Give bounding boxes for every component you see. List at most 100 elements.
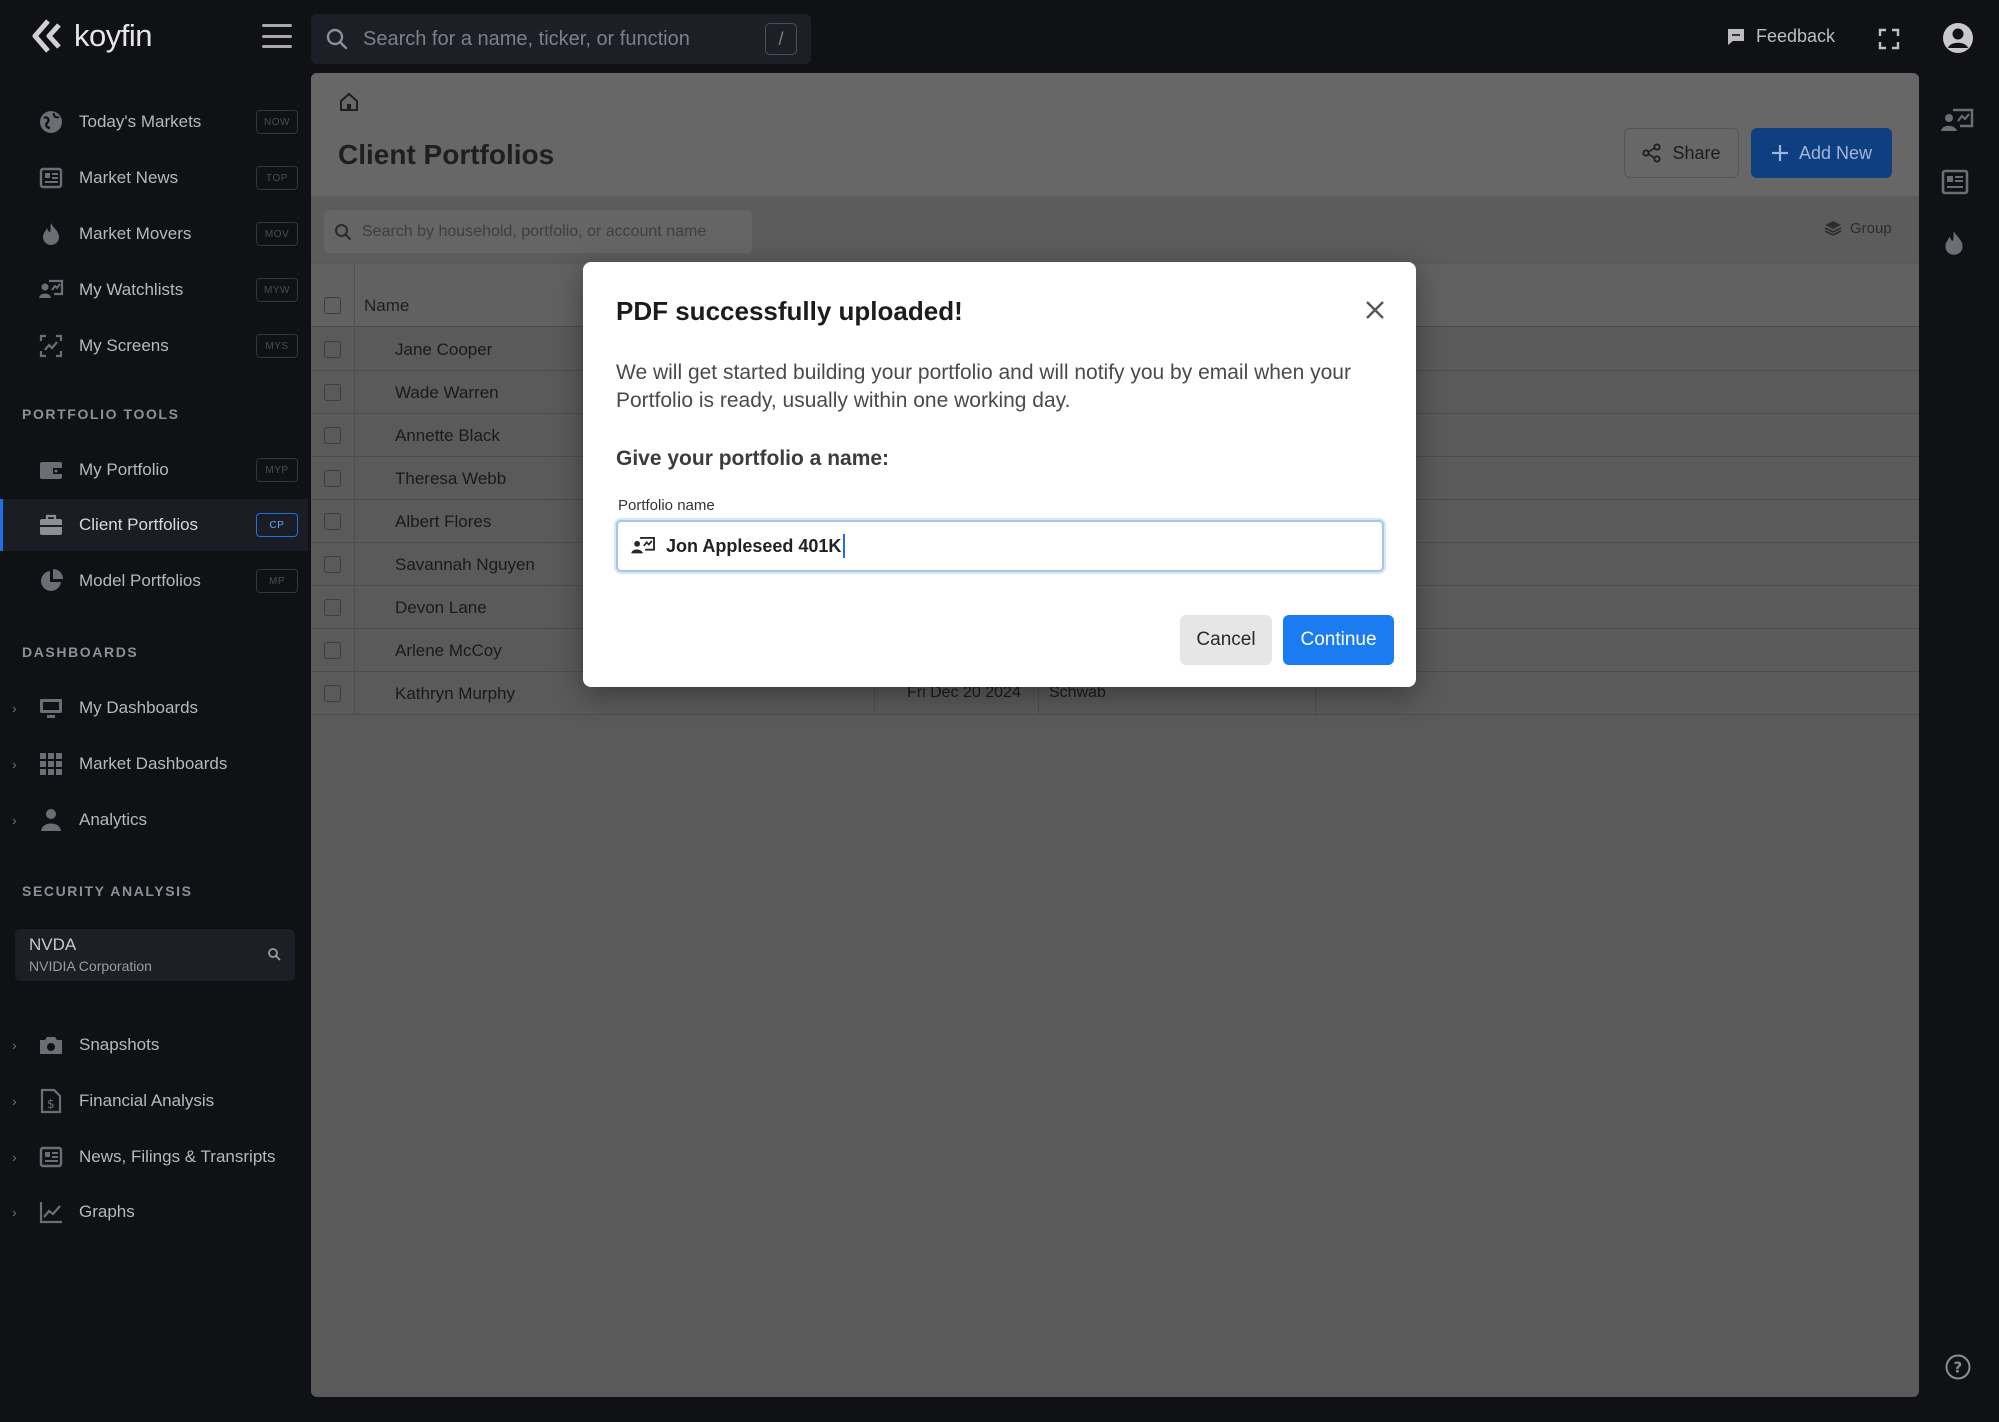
- sidebar-item-label: Client Portfolios: [79, 515, 199, 534]
- sidebar-item-todays-markets[interactable]: Today's Markets NOW: [0, 96, 308, 148]
- column-header-name[interactable]: Name: [364, 296, 409, 316]
- ticker-company-name: NVIDIA Corporation: [29, 958, 152, 974]
- group-button[interactable]: Group: [1824, 219, 1892, 237]
- feedback-label: Feedback: [1756, 26, 1836, 46]
- sidebar-item-label: My Screens: [79, 336, 169, 355]
- sidebar-item-client-portfolios[interactable]: Client Portfolios CP: [0, 499, 308, 551]
- wallet-icon: [40, 462, 62, 479]
- sidebar-item-my-screens[interactable]: My Screens MYS: [0, 320, 308, 372]
- chevron-right-icon: ›: [12, 1093, 17, 1109]
- top-bar: koyfin Search for a name, ticker, or fun…: [0, 0, 1999, 74]
- row-name: Theresa Webb: [395, 469, 507, 488]
- watchlist-rail-icon[interactable]: [1940, 106, 1974, 136]
- briefcase-icon: [40, 514, 62, 535]
- user-account-icon[interactable]: [1942, 22, 1974, 54]
- row-checkbox[interactable]: [324, 513, 341, 530]
- row-checkbox[interactable]: [324, 642, 341, 659]
- section-label-portfolio-tools: PORTFOLIO TOOLS: [22, 406, 180, 422]
- chevron-right-icon: ›: [12, 700, 17, 716]
- row-name: Albert Flores: [395, 512, 492, 531]
- flame-rail-icon[interactable]: [1940, 228, 1968, 258]
- row-checkbox[interactable]: [324, 341, 341, 358]
- app-root: koyfin Search for a name, ticker, or fun…: [0, 0, 1999, 1422]
- chevron-right-icon: ›: [12, 756, 17, 772]
- sidebar-item-market-movers[interactable]: Market Movers MOV: [0, 208, 308, 260]
- sidebar-item-snapshots[interactable]: › Snapshots: [0, 1019, 308, 1071]
- newspaper-icon: [39, 1146, 63, 1168]
- line-chart-icon: [39, 1202, 62, 1224]
- client-portfolio-icon: [631, 536, 655, 554]
- sidebar-item-market-news[interactable]: Market News TOP: [0, 152, 308, 204]
- shortcut-badge: NOW: [256, 110, 298, 134]
- sidebar-item-news-filings[interactable]: › News, Filings & Transripts: [0, 1131, 308, 1183]
- chevron-right-icon: ›: [12, 1149, 17, 1165]
- app-name: koyfin: [74, 18, 152, 53]
- group-label: Group: [1850, 219, 1892, 237]
- row-checkbox[interactable]: [324, 384, 341, 401]
- ticker-selector[interactable]: NVDA NVIDIA Corporation: [15, 929, 295, 981]
- row-name: Devon Lane: [395, 598, 487, 617]
- row-checkbox[interactable]: [324, 685, 341, 702]
- shortcut-badge: MYW: [256, 278, 298, 302]
- globe-icon: [40, 111, 62, 133]
- global-search-input[interactable]: Search for a name, ticker, or function /: [311, 14, 811, 64]
- sidebar-item-my-portfolio[interactable]: My Portfolio MYP: [0, 444, 308, 496]
- row-name: Kathryn Murphy: [395, 684, 515, 703]
- portfolio-name-label: Portfolio name: [618, 497, 715, 514]
- shortcut-badge: CP: [256, 513, 298, 537]
- sidebar-item-label: Snapshots: [79, 1035, 160, 1054]
- add-new-button[interactable]: Add New: [1751, 128, 1892, 178]
- sidebar-item-graphs[interactable]: › Graphs: [0, 1186, 308, 1238]
- sidebar-item-label: News, Filings & Transripts: [79, 1147, 276, 1166]
- row-checkbox[interactable]: [324, 556, 341, 573]
- text-caret: [843, 534, 846, 558]
- svg-text:$: $: [47, 1097, 55, 1111]
- fullscreen-icon[interactable]: [1878, 28, 1900, 50]
- sidebar-item-label: Market Dashboards: [79, 754, 228, 773]
- sidebar-item-label: Market News: [79, 168, 179, 187]
- select-all-checkbox[interactable]: [324, 297, 341, 314]
- sidebar-item-analytics[interactable]: › Analytics: [0, 794, 308, 846]
- close-icon[interactable]: [1363, 298, 1387, 322]
- row-checkbox[interactable]: [324, 470, 341, 487]
- sidebar-item-model-portfolios[interactable]: Model Portfolios MP: [0, 555, 308, 607]
- sidebar-item-label: Graphs: [79, 1202, 135, 1221]
- portfolio-name-input[interactable]: Jon Appleseed 401K: [616, 520, 1384, 572]
- sidebar-item-my-dashboards[interactable]: › My Dashboards: [0, 682, 308, 734]
- sidebar-item-financial-analysis[interactable]: › $ Financial Analysis: [0, 1075, 308, 1127]
- feedback-button[interactable]: Feedback: [1726, 26, 1835, 47]
- continue-button[interactable]: Continue: [1283, 615, 1394, 665]
- home-icon[interactable]: [338, 91, 360, 113]
- cancel-button[interactable]: Cancel: [1180, 615, 1272, 665]
- news-rail-icon[interactable]: [1940, 168, 1970, 196]
- koyfin-logo-icon: [32, 19, 61, 53]
- search-shortcut-key: /: [765, 23, 797, 55]
- row-name: Annette Black: [395, 426, 500, 445]
- share-button[interactable]: Share: [1624, 128, 1739, 178]
- sidebar-item-my-watchlists[interactable]: My Watchlists MYW: [0, 264, 308, 316]
- flame-icon: [43, 223, 59, 245]
- watchlist-icon: [39, 279, 64, 298]
- koyfin-logo[interactable]: koyfin: [32, 18, 152, 54]
- menu-toggle-icon[interactable]: [262, 22, 292, 50]
- dialog-title: PDF successfully uploaded!: [616, 296, 963, 326]
- share-label: Share: [1672, 142, 1721, 163]
- screen-icon: [39, 334, 63, 358]
- row-checkbox[interactable]: [324, 599, 341, 616]
- grid-icon: [40, 753, 62, 775]
- sidebar-item-label: Model Portfolios: [79, 571, 201, 590]
- chevron-right-icon: ›: [12, 812, 17, 828]
- help-icon[interactable]: ?: [1945, 1354, 1971, 1380]
- sidebar-item-market-dashboards[interactable]: › Market Dashboards: [0, 738, 308, 790]
- shortcut-badge: MOV: [256, 222, 298, 246]
- sidebar-item-label: Analytics: [79, 810, 148, 829]
- table-search-input[interactable]: Search by household, portfolio, or accou…: [324, 210, 752, 253]
- feedback-icon: [1728, 28, 1744, 45]
- camera-icon: [40, 1037, 62, 1054]
- page-header: Client Portfolios Share Add New: [311, 73, 1919, 196]
- upload-success-dialog: PDF successfully uploaded! We will get s…: [583, 262, 1416, 687]
- person-icon: [41, 809, 61, 831]
- row-checkbox[interactable]: [324, 427, 341, 444]
- chevron-right-icon: ›: [12, 1204, 17, 1220]
- page-title: Client Portfolios: [338, 139, 555, 170]
